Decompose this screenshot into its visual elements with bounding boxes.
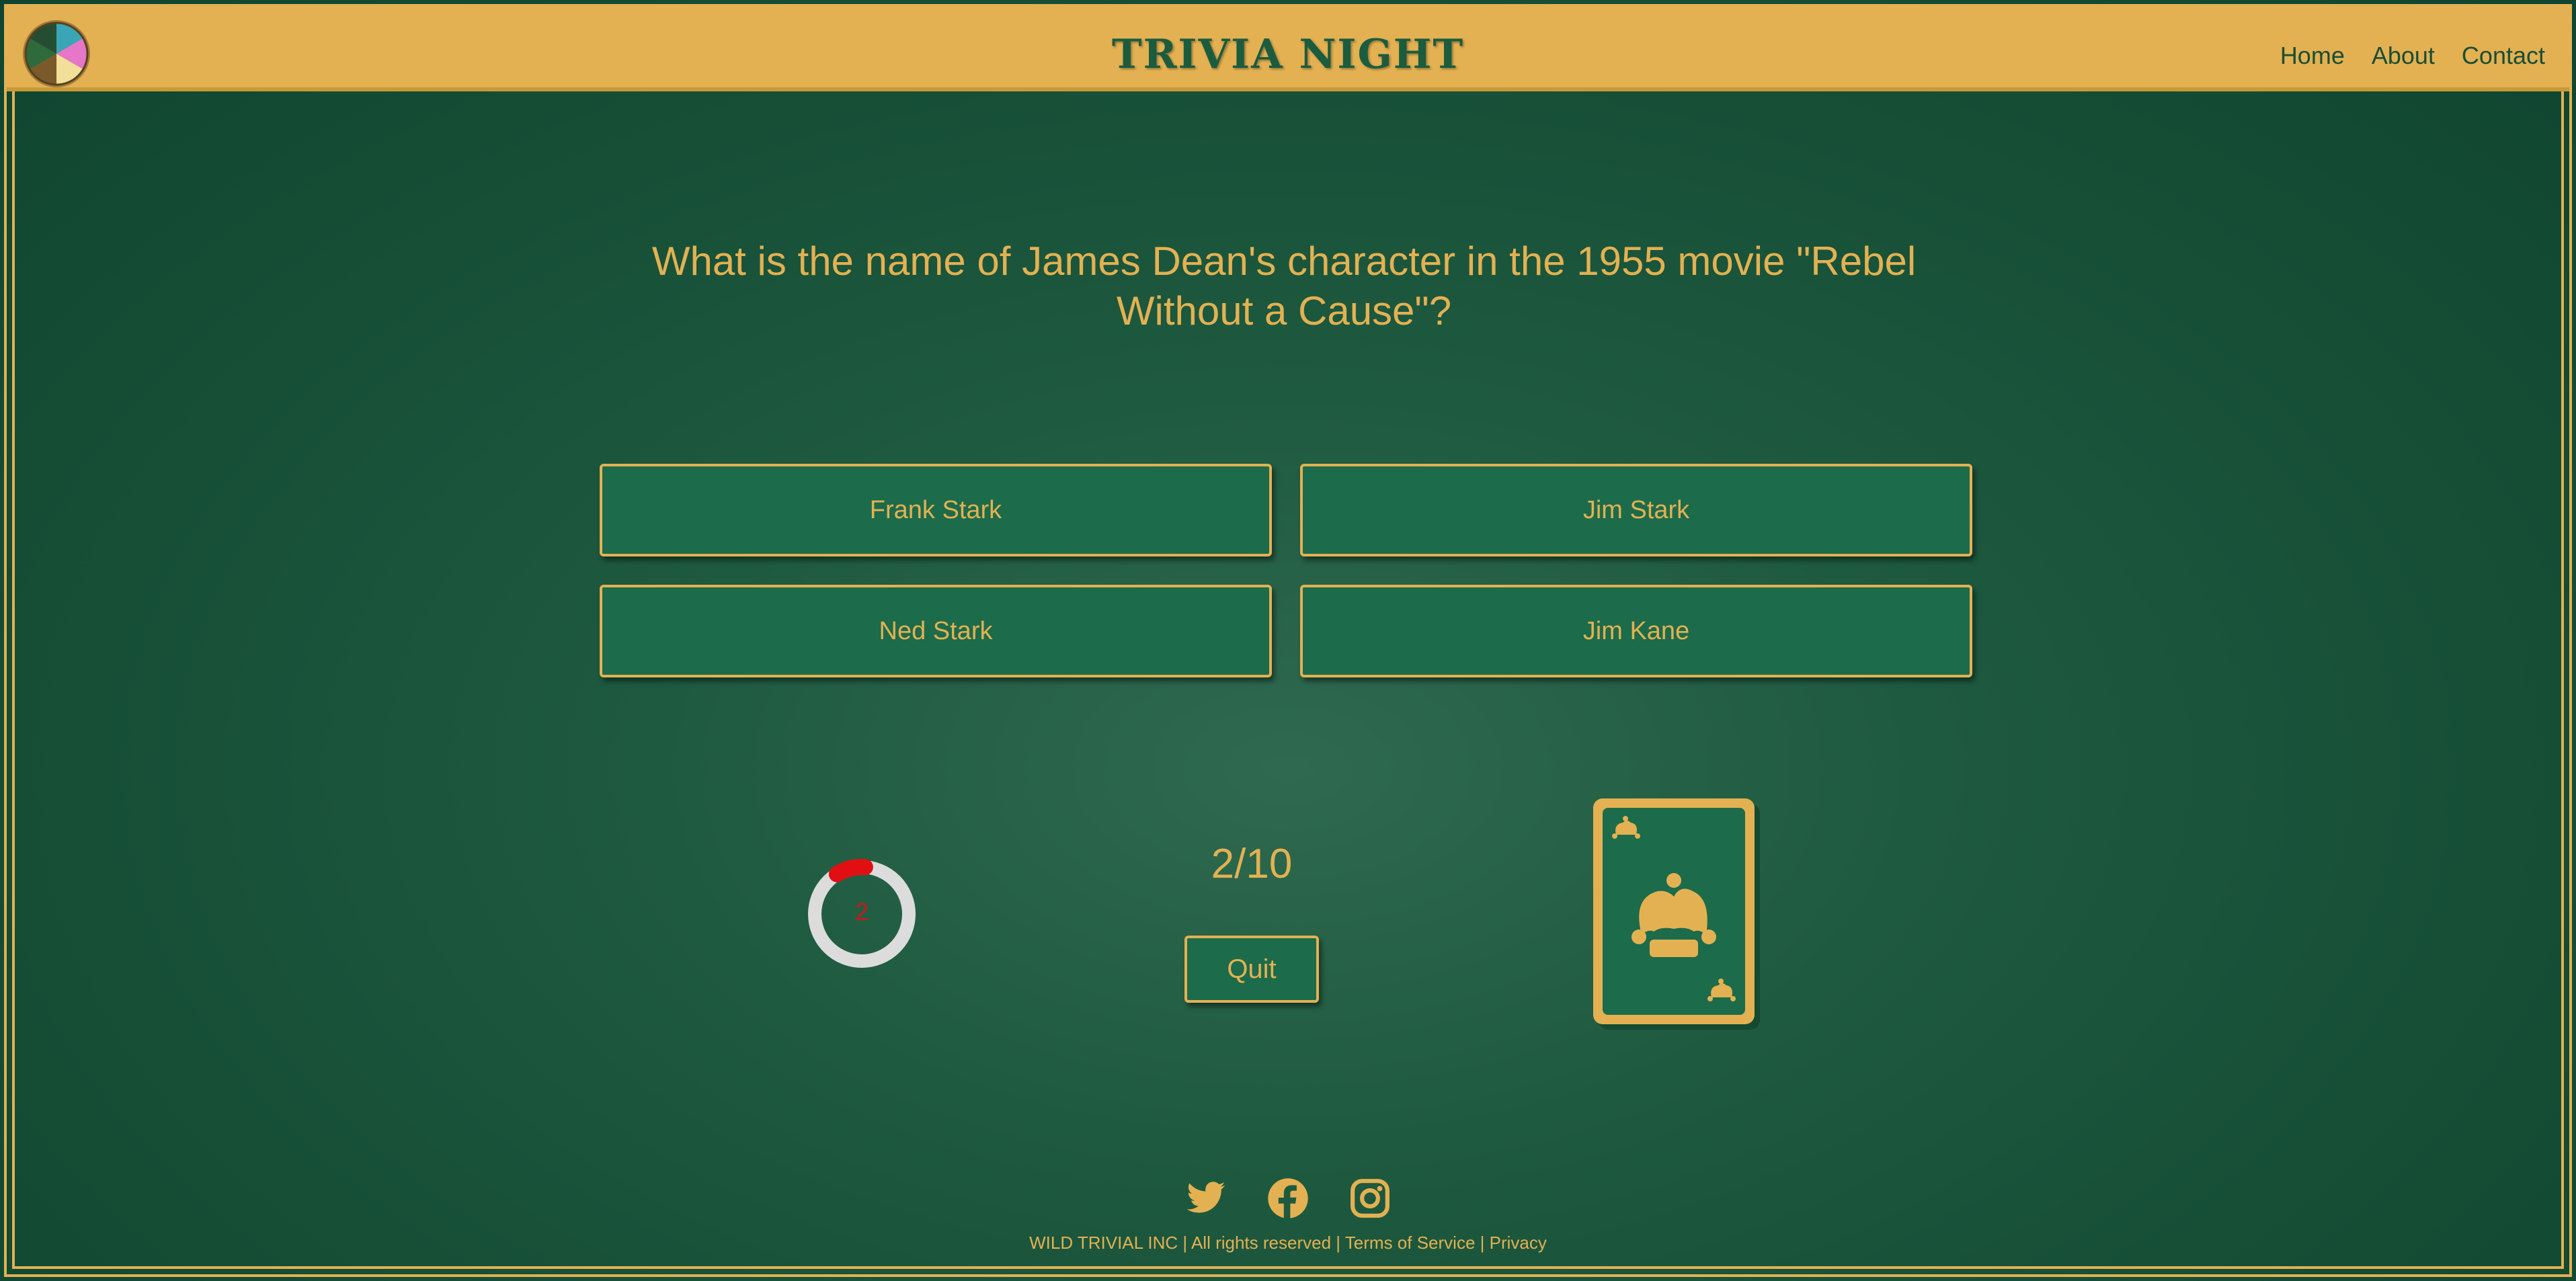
question-text: What is the name of James Dean's charact… [651, 239, 1917, 333]
answer-button-1[interactable]: Frank Stark [600, 464, 1272, 556]
timer-value: 2 [854, 898, 869, 925]
terms-link[interactable]: Terms of Service [1345, 1233, 1476, 1253]
jester-card-icon [1592, 797, 1761, 1031]
question-progress: 2/10 [1211, 841, 1293, 887]
facebook-icon[interactable] [1267, 1177, 1309, 1219]
countdown-timer: 2 [807, 859, 917, 969]
answer-button-4[interactable]: Jim Kane [1300, 585, 1972, 677]
privacy-link[interactable]: Privacy [1490, 1233, 1547, 1253]
footer-company: WILD TRIVIAL INC [1029, 1233, 1178, 1253]
answer-button-2[interactable]: Jim Stark [1300, 464, 1972, 556]
footer-separator: | [1336, 1233, 1341, 1253]
social-links [0, 1177, 2576, 1219]
answer-grid: Frank Stark Jim Stark Ned Stark Jim Kane [600, 464, 1972, 677]
nav-contact-link[interactable]: Contact [2462, 42, 2545, 70]
instagram-icon[interactable] [1349, 1177, 1391, 1219]
nav-about-link[interactable]: About [2372, 42, 2435, 70]
footer-rights: All rights reserved [1191, 1233, 1332, 1253]
main-nav: Home About Contact [2280, 42, 2545, 70]
site-title: TRIVIA NIGHT [1111, 31, 1465, 78]
twitter-icon[interactable] [1185, 1177, 1227, 1219]
site-header: TRIVIA NIGHT Home About Contact [7, 7, 2569, 91]
footer-separator: | [1182, 1233, 1188, 1253]
footer-text: WILD TRIVIAL INC | All rights reserved |… [0, 1233, 2576, 1253]
answer-button-3[interactable]: Ned Stark [600, 585, 1272, 677]
quit-button[interactable]: Quit [1184, 936, 1319, 1003]
nav-home-link[interactable]: Home [2280, 42, 2345, 70]
footer-separator: | [1480, 1233, 1485, 1253]
